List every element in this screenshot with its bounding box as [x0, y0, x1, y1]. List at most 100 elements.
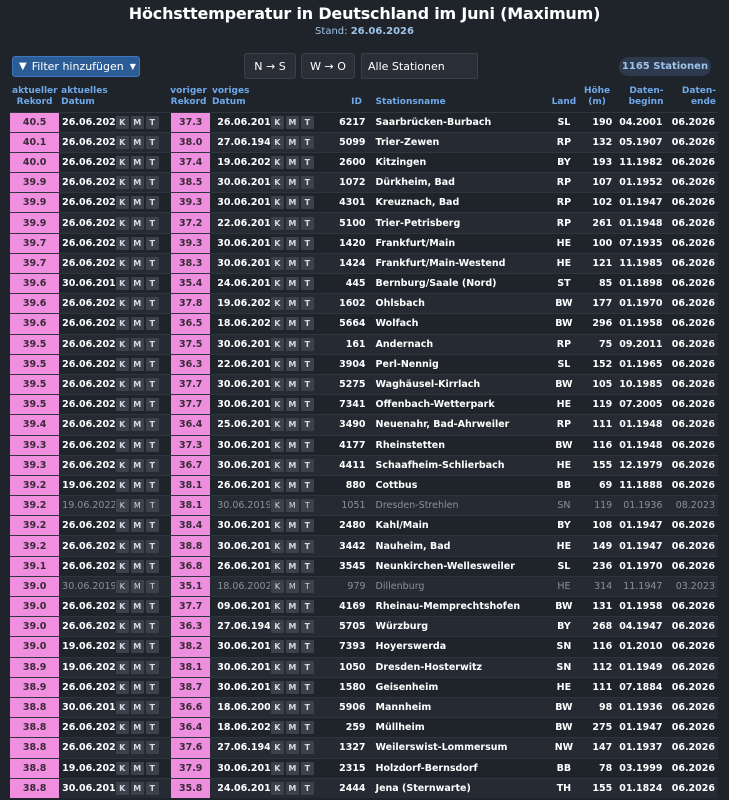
kmt-t-button[interactable]: T — [145, 640, 159, 654]
kmt-m-button[interactable]: M — [285, 600, 299, 614]
kmt-k-button[interactable]: K — [270, 398, 284, 412]
station-name[interactable]: Rheinstetten — [373, 434, 549, 456]
kmt-t-button[interactable]: T — [145, 438, 159, 452]
kmt-m-button[interactable]: M — [285, 297, 299, 311]
table-row[interactable]: 38.926.06.2026KMT38.730.06.2019KMT1580Ge… — [10, 676, 718, 698]
kmt-k-button[interactable]: K — [115, 519, 129, 533]
table-row[interactable]: 40.026.06.2026KMT37.419.06.2022KMT2600Ki… — [10, 151, 718, 173]
station-name[interactable]: Perl-Nennig — [373, 353, 549, 375]
kmt-m-button[interactable]: M — [285, 337, 299, 351]
kmt-k-button[interactable]: K — [270, 458, 284, 472]
kmt-m-button[interactable]: M — [130, 600, 144, 614]
table-row[interactable]: 39.219.06.2022KMT38.126.06.2019KMT880Cot… — [10, 474, 718, 496]
kmt-k-button[interactable]: K — [270, 317, 284, 331]
table-row[interactable]: 38.919.06.2022KMT38.130.06.2019KMT1050Dr… — [10, 656, 718, 678]
kmt-t-button[interactable]: T — [145, 337, 159, 351]
kmt-m-button[interactable]: M — [130, 236, 144, 250]
kmt-t-button[interactable]: T — [300, 357, 314, 371]
kmt-m-button[interactable]: M — [285, 620, 299, 634]
kmt-k-button[interactable]: K — [115, 277, 129, 291]
kmt-t-button[interactable]: T — [145, 317, 159, 331]
kmt-m-button[interactable]: M — [285, 438, 299, 452]
kmt-m-button[interactable]: M — [130, 176, 144, 190]
col-station-name[interactable]: Stationsname — [374, 85, 549, 112]
station-name[interactable]: Saarbrücken-Burbach — [373, 111, 549, 133]
kmt-k-button[interactable]: K — [270, 216, 284, 230]
kmt-k-button[interactable]: K — [270, 640, 284, 654]
kmt-k-button[interactable]: K — [270, 155, 284, 169]
kmt-k-button[interactable]: K — [270, 478, 284, 492]
col-previous-record[interactable]: voriger Rekord — [167, 85, 210, 112]
kmt-t-button[interactable]: T — [300, 115, 314, 129]
kmt-t-button[interactable]: T — [145, 216, 159, 230]
kmt-t-button[interactable]: T — [145, 499, 159, 513]
kmt-k-button[interactable]: K — [115, 398, 129, 412]
kmt-k-button[interactable]: K — [115, 741, 129, 755]
kmt-m-button[interactable]: M — [285, 418, 299, 432]
kmt-m-button[interactable]: M — [285, 701, 299, 715]
kmt-t-button[interactable]: T — [145, 782, 159, 796]
kmt-t-button[interactable]: T — [300, 398, 314, 412]
kmt-k-button[interactable]: K — [115, 660, 129, 674]
kmt-m-button[interactable]: M — [285, 256, 299, 270]
kmt-m-button[interactable]: M — [285, 277, 299, 291]
add-filter-button[interactable]: ▼ Filter hinzufügen ▼ — [12, 56, 140, 77]
kmt-m-button[interactable]: M — [285, 317, 299, 331]
kmt-t-button[interactable]: T — [300, 438, 314, 452]
kmt-m-button[interactable]: M — [285, 519, 299, 533]
station-select[interactable]: Alle Stationen — [361, 53, 478, 79]
kmt-m-button[interactable]: M — [285, 761, 299, 775]
kmt-k-button[interactable]: K — [270, 196, 284, 210]
kmt-t-button[interactable]: T — [300, 761, 314, 775]
kmt-t-button[interactable]: T — [145, 761, 159, 775]
kmt-m-button[interactable]: M — [130, 701, 144, 715]
kmt-m-button[interactable]: M — [285, 216, 299, 230]
table-row[interactable]: 39.026.06.2026KMT37.709.06.2014KMT4169Rh… — [10, 595, 718, 617]
kmt-t-button[interactable]: T — [145, 478, 159, 492]
station-name[interactable]: Würzburg — [373, 616, 549, 637]
kmt-k-button[interactable]: K — [270, 579, 284, 593]
kmt-k-button[interactable]: K — [115, 761, 129, 775]
table-row[interactable]: 39.326.06.2026KMT37.330.06.2019KMT4177Rh… — [10, 434, 718, 456]
kmt-t-button[interactable]: T — [145, 418, 159, 432]
kmt-t-button[interactable]: T — [145, 357, 159, 371]
kmt-t-button[interactable]: T — [145, 519, 159, 533]
kmt-k-button[interactable]: K — [270, 115, 284, 129]
station-name[interactable]: Jena (Sternwarte) — [373, 777, 549, 799]
kmt-k-button[interactable]: K — [115, 196, 129, 210]
kmt-t-button[interactable]: T — [300, 478, 314, 492]
kmt-m-button[interactable]: M — [285, 378, 299, 392]
table-row[interactable]: 38.826.06.2026KMT37.627.06.1947KMT1327We… — [10, 737, 718, 758]
table-row[interactable]: 39.526.06.2026KMT37.730.06.2019KMT5275Wa… — [10, 373, 718, 395]
sort-north-south-button[interactable]: N → S — [244, 53, 296, 79]
kmt-m-button[interactable]: M — [130, 438, 144, 452]
kmt-t-button[interactable]: T — [145, 378, 159, 392]
kmt-m-button[interactable]: M — [285, 782, 299, 796]
table-row[interactable]: 39.926.06.2026KMT38.530.06.2019KMT1072Dü… — [10, 172, 718, 193]
kmt-t-button[interactable]: T — [145, 115, 159, 129]
kmt-m-button[interactable]: M — [285, 680, 299, 694]
kmt-k-button[interactable]: K — [270, 499, 284, 513]
kmt-k-button[interactable]: K — [115, 317, 129, 331]
kmt-k-button[interactable]: K — [115, 115, 129, 129]
kmt-t-button[interactable]: T — [300, 256, 314, 270]
kmt-k-button[interactable]: K — [115, 559, 129, 573]
kmt-m-button[interactable]: M — [285, 458, 299, 472]
kmt-m-button[interactable]: M — [130, 357, 144, 371]
kmt-k-button[interactable]: K — [270, 660, 284, 674]
kmt-k-button[interactable]: K — [115, 297, 129, 311]
kmt-t-button[interactable]: T — [145, 277, 159, 291]
kmt-m-button[interactable]: M — [130, 297, 144, 311]
kmt-m-button[interactable]: M — [285, 579, 299, 593]
table-row[interactable]: 39.626.06.2026KMT36.518.06.2022KMT5664Wo… — [10, 313, 718, 335]
kmt-k-button[interactable]: K — [270, 721, 284, 735]
kmt-m-button[interactable]: M — [285, 640, 299, 654]
kmt-t-button[interactable]: T — [300, 135, 314, 149]
kmt-t-button[interactable]: T — [300, 680, 314, 694]
kmt-m-button[interactable]: M — [285, 721, 299, 735]
kmt-t-button[interactable]: T — [145, 176, 159, 190]
kmt-m-button[interactable]: M — [130, 579, 144, 593]
kmt-k-button[interactable]: K — [270, 600, 284, 614]
kmt-t-button[interactable]: T — [300, 196, 314, 210]
kmt-k-button[interactable]: K — [115, 155, 129, 169]
